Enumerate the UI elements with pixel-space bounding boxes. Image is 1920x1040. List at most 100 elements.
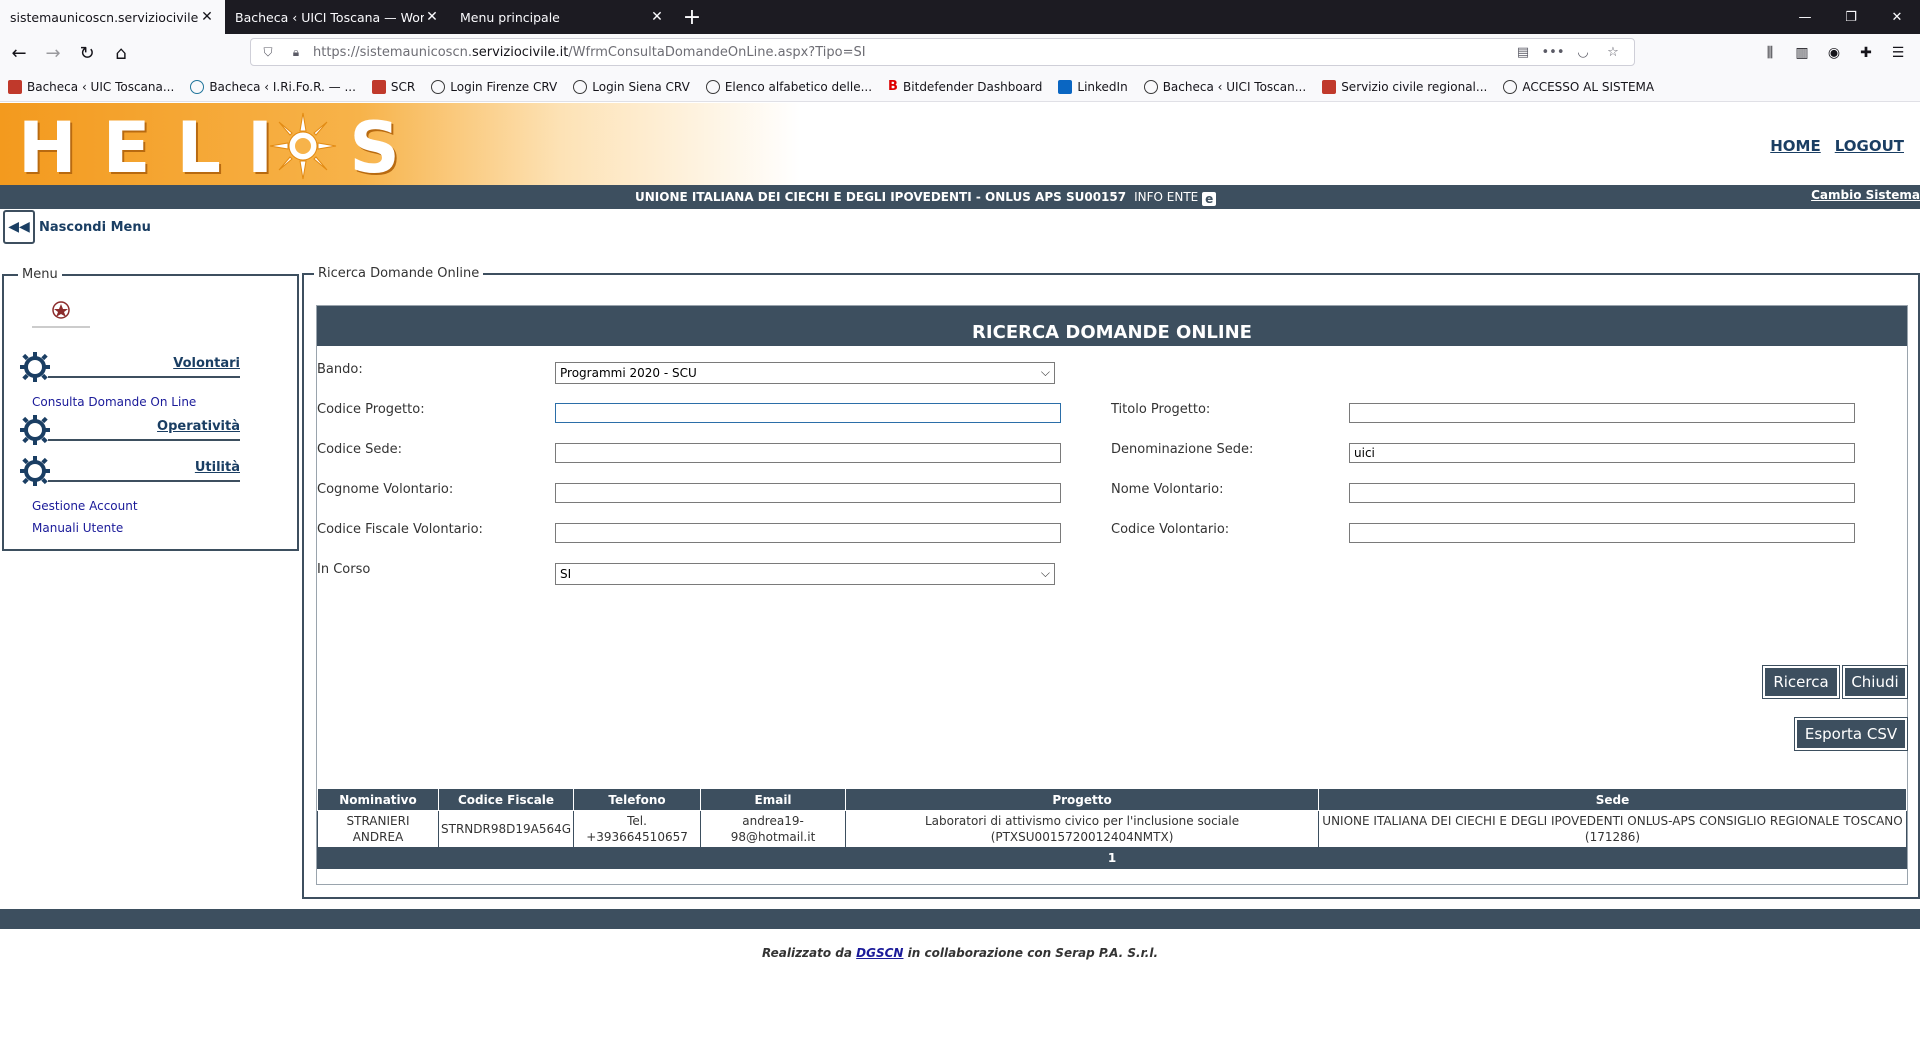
codice-volontario-input[interactable] bbox=[1349, 523, 1855, 543]
extensions-icon[interactable]: ✚ bbox=[1850, 38, 1882, 68]
shield-icon[interactable]: ⛉ bbox=[257, 45, 279, 60]
in-corso-value: SI bbox=[560, 567, 572, 581]
bookmark-item[interactable]: Servizio civile regional... bbox=[1322, 79, 1487, 94]
results-table: Nominativo Codice Fiscale Telefono Email… bbox=[317, 788, 1907, 869]
reader-view-icon[interactable]: ▤ bbox=[1508, 45, 1538, 60]
home-icon[interactable]: ⌂ bbox=[106, 38, 136, 68]
chiudi-button[interactable]: Chiudi bbox=[1842, 665, 1908, 699]
window-close-icon[interactable]: ✕ bbox=[1874, 0, 1920, 34]
site-header: HELI S HOME LOGOUT bbox=[0, 103, 1920, 189]
bookmark-item[interactable]: B Bitdefender Dashboard bbox=[888, 79, 1042, 94]
linkedin-icon bbox=[1058, 79, 1073, 94]
cognome-volontario-input[interactable] bbox=[555, 483, 1061, 503]
bookmark-item[interactable]: LinkedIn bbox=[1058, 79, 1128, 94]
bookmarks-toolbar: Bacheca ‹ UIC Toscana... Bacheca ‹ I.Ri.F… bbox=[0, 72, 1920, 102]
restore-icon[interactable]: ❐ bbox=[1828, 0, 1874, 34]
tab-title: Bacheca ‹ UICI Toscana — WordPre bbox=[235, 9, 424, 25]
double-chevron-left-icon[interactable]: ◀◀ bbox=[3, 210, 35, 244]
menu-group-title[interactable]: Volontari bbox=[173, 356, 240, 371]
address-bar[interactable]: ⛉ 🔒︎ https://sistemaunicoscn.serviziociv… bbox=[250, 38, 1635, 66]
info-ente-icon[interactable]: e bbox=[1202, 192, 1217, 206]
logout-link[interactable]: LOGOUT bbox=[1835, 137, 1904, 155]
bando-select[interactable]: Programmi 2020 - SCU ⌵ bbox=[555, 362, 1055, 384]
menu-group-utilita[interactable]: Utilità bbox=[20, 456, 240, 488]
in-corso-select[interactable]: SI ⌵ bbox=[555, 563, 1055, 585]
pocket-icon[interactable]: ◡ bbox=[1568, 45, 1598, 60]
wordpress-icon bbox=[190, 79, 205, 94]
ricerca-button[interactable]: Ricerca bbox=[1762, 665, 1840, 699]
cambio-sistema-link[interactable]: Cambio Sistema bbox=[1811, 188, 1920, 202]
column-header[interactable]: Progetto bbox=[845, 788, 1320, 811]
bookmark-label: LinkedIn bbox=[1077, 79, 1128, 94]
bookmark-label: SCR bbox=[390, 79, 416, 94]
column-header[interactable]: Telefono bbox=[573, 788, 702, 811]
menu-item-manuali-utente[interactable]: Manuali Utente bbox=[32, 521, 123, 535]
codice-fiscale-input[interactable] bbox=[555, 523, 1061, 543]
back-arrow-icon[interactable]: ← bbox=[4, 38, 34, 68]
column-header[interactable]: Nominativo bbox=[317, 788, 439, 811]
search-legend: Ricerca Domande Online bbox=[314, 266, 484, 281]
table-row[interactable]: STRANIERI ANDREA STRNDR98D19A564G Tel. +… bbox=[317, 810, 1907, 848]
close-icon[interactable]: ✕ bbox=[649, 9, 665, 25]
bookmark-item[interactable]: Bacheca ‹ I.Ri.Fo.R. — ... bbox=[190, 79, 356, 94]
bookmark-item[interactable]: ACCESSO AL SISTEMA bbox=[1503, 79, 1654, 94]
esporta-csv-button[interactable]: Esporta CSV bbox=[1794, 717, 1908, 751]
bookmark-item[interactable]: SCR bbox=[371, 79, 416, 94]
minimize-icon[interactable]: — bbox=[1782, 0, 1828, 34]
sun-logo-icon bbox=[269, 112, 337, 180]
column-header[interactable]: Codice Fiscale bbox=[437, 788, 575, 811]
close-icon[interactable]: ✕ bbox=[199, 9, 215, 25]
bookmark-item[interactable]: Elenco alfabetico delle... bbox=[705, 79, 873, 94]
toolbar-right: ⫼ ▥ ◉ ✚ ☰ bbox=[1754, 38, 1914, 68]
pager-row: 1 bbox=[317, 847, 1907, 869]
helios-logo: HELI S bbox=[18, 107, 426, 189]
menu-item-consulta-domande[interactable]: Consulta Domande On Line bbox=[32, 395, 196, 409]
page-content: HELI S HOME LOGOUT UNIONE ITALIANA DEI C… bbox=[0, 103, 1920, 1040]
menu-group-title[interactable]: Utilità bbox=[195, 460, 240, 475]
menu-item-gestione-account[interactable]: Gestione Account bbox=[32, 499, 138, 513]
titolo-progetto-input[interactable] bbox=[1349, 403, 1855, 423]
bando-label: Bando: bbox=[317, 362, 363, 377]
url-text[interactable]: https://sistemaunicoscn.serviziocivile.i… bbox=[313, 45, 1508, 60]
bookmark-item[interactable]: Login Firenze CRV bbox=[431, 79, 557, 94]
home-link[interactable]: HOME bbox=[1770, 137, 1820, 155]
dgscn-link[interactable]: DGSCN bbox=[856, 946, 903, 960]
account-icon[interactable]: ◉ bbox=[1818, 38, 1850, 68]
browser-tab-1[interactable]: sistemaunicoscn.serviziocivile.it/Wf ✕ bbox=[0, 0, 225, 34]
nome-volontario-input[interactable] bbox=[1349, 483, 1855, 503]
bookmark-star-icon[interactable]: ☆ bbox=[1598, 45, 1628, 60]
bookmark-item[interactable]: Bacheca ‹ UICI Toscan... bbox=[1143, 79, 1306, 94]
bookmark-item[interactable]: Bacheca ‹ UIC Toscana... bbox=[8, 79, 175, 94]
library-icon[interactable]: ⫼ bbox=[1754, 38, 1786, 68]
denominazione-sede-input[interactable]: uici bbox=[1349, 443, 1855, 463]
bookmark-label: Login Siena CRV bbox=[592, 79, 690, 94]
column-header[interactable]: Sede bbox=[1318, 788, 1907, 811]
browser-tab-2[interactable]: Bacheca ‹ UICI Toscana — WordPre ✕ bbox=[225, 0, 450, 34]
sidebar-icon[interactable]: ▥ bbox=[1786, 38, 1818, 68]
column-header[interactable]: Email bbox=[700, 788, 847, 811]
codice-sede-input[interactable] bbox=[555, 443, 1061, 463]
globe-icon bbox=[1143, 79, 1158, 94]
new-tab-plus-icon[interactable]: + bbox=[675, 0, 709, 34]
lock-icon[interactable]: 🔒︎ bbox=[285, 45, 307, 60]
menu-group-volontari[interactable]: Volontari bbox=[20, 352, 240, 384]
gear-icon bbox=[20, 352, 50, 382]
pager-page-1[interactable]: 1 bbox=[317, 847, 1907, 869]
menu-group-title[interactable]: Operatività bbox=[157, 419, 240, 434]
menu-group-operativita[interactable]: Operatività bbox=[20, 415, 240, 447]
hide-menu-toggle[interactable]: ◀◀ Nascondi Menu bbox=[3, 210, 151, 244]
more-actions-icon[interactable]: ••• bbox=[1538, 45, 1568, 60]
bookmark-label: Elenco alfabetico delle... bbox=[724, 79, 873, 94]
cell-sede: UNIONE ITALIANA DEI CIECHI E DEGLI IPOVE… bbox=[1318, 810, 1907, 848]
bookmark-label: Bacheca ‹ UIC Toscana... bbox=[27, 79, 175, 94]
menu-group-underline bbox=[48, 376, 240, 378]
close-icon[interactable]: ✕ bbox=[424, 9, 440, 25]
reload-icon[interactable]: ↻ bbox=[72, 38, 102, 68]
codice-progetto-input[interactable] bbox=[555, 403, 1061, 423]
gear-icon bbox=[20, 415, 50, 445]
bookmark-item[interactable]: Login Siena CRV bbox=[573, 79, 690, 94]
header-links: HOME LOGOUT bbox=[1756, 137, 1904, 155]
browser-tab-3[interactable]: Menu principale ✕ bbox=[450, 0, 675, 34]
menu-hamburger-icon[interactable]: ☰ bbox=[1882, 38, 1914, 68]
forward-arrow-icon[interactable]: → bbox=[38, 38, 68, 68]
